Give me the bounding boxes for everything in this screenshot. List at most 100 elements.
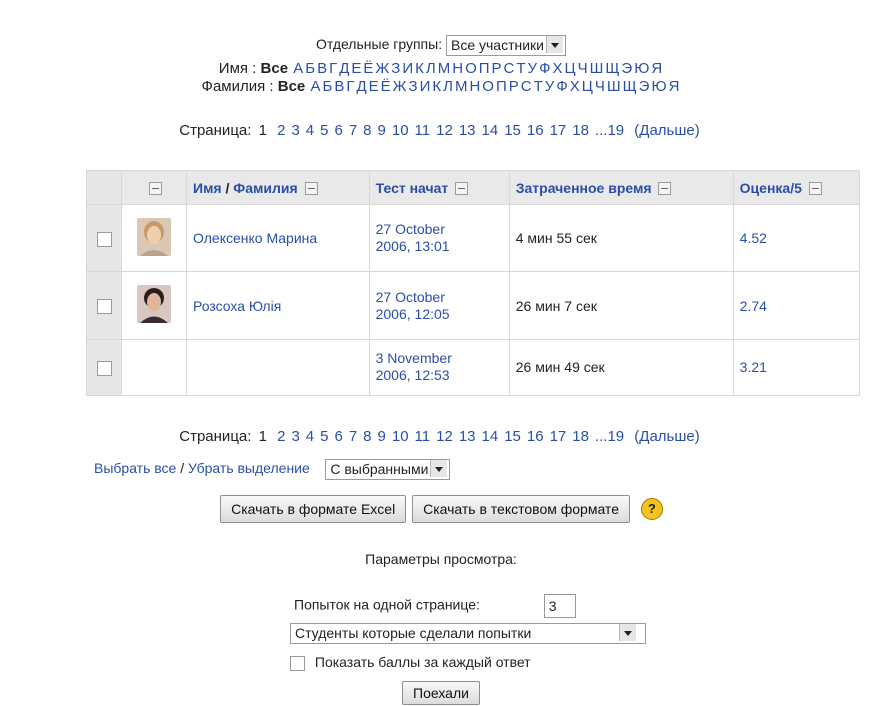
letter-link[interactable]: Н	[452, 60, 463, 77]
letter-link[interactable]: М	[438, 60, 451, 77]
letter-link[interactable]: О	[465, 60, 477, 77]
page-link[interactable]: ...19	[595, 122, 624, 139]
sort-by-surname-link[interactable]: Фамилия	[233, 180, 297, 196]
letter-link[interactable]: Я	[669, 78, 680, 95]
letter-link[interactable]: Г	[329, 60, 337, 77]
row-checkbox[interactable]	[96, 231, 112, 247]
letter-link[interactable]: Р	[509, 78, 519, 95]
letter-link[interactable]: В	[317, 60, 327, 77]
pager-next-link[interactable]: (Дальше)	[634, 428, 699, 445]
page-link[interactable]: 2	[277, 428, 285, 445]
page-link[interactable]: 15	[504, 428, 521, 445]
show-marks-checkbox[interactable]	[290, 655, 305, 671]
page-link[interactable]: 5	[320, 122, 328, 139]
download-excel-button[interactable]: Скачать в формате Excel	[220, 495, 407, 523]
page-link[interactable]: 4	[306, 122, 314, 139]
letter-link[interactable]: Т	[516, 60, 525, 77]
pager-next-link[interactable]: (Дальше)	[634, 122, 699, 139]
page-link[interactable]: 12	[436, 428, 453, 445]
page-link[interactable]: 11	[415, 428, 431, 445]
letter-link[interactable]: Э	[621, 60, 632, 77]
page-link[interactable]: 11	[415, 122, 431, 139]
letter-link[interactable]: Ц	[565, 60, 576, 77]
page-link[interactable]: 7	[349, 428, 357, 445]
page-link[interactable]: 8	[363, 122, 371, 139]
letter-link[interactable]: Д	[339, 60, 349, 77]
page-link[interactable]: 6	[334, 122, 342, 139]
letter-link[interactable]: П	[496, 78, 507, 95]
letter-link[interactable]: Е	[369, 78, 379, 95]
letter-link[interactable]: И	[420, 78, 431, 95]
letter-link[interactable]: Э	[639, 78, 650, 95]
collapse-icon[interactable]	[658, 182, 672, 196]
letter-link[interactable]: А	[293, 60, 303, 77]
letter-link[interactable]: Х	[570, 78, 580, 95]
page-link[interactable]: 16	[527, 428, 544, 445]
page-link[interactable]: ...19	[595, 428, 624, 445]
help-icon[interactable]: ?	[640, 498, 663, 520]
letter-link[interactable]: Н	[469, 78, 480, 95]
letter-link[interactable]: Р	[492, 60, 502, 77]
attempt-review-link[interactable]: 3 November 2006, 12:53	[376, 350, 503, 384]
avatar[interactable]	[137, 285, 171, 324]
surname-filter-all[interactable]: Все	[278, 78, 306, 95]
page-link[interactable]: 16	[527, 122, 544, 139]
sort-by-grade-link[interactable]: Оценка/5	[740, 180, 802, 196]
page-link[interactable]: 17	[550, 428, 567, 445]
letter-link[interactable]: Ш	[607, 78, 621, 95]
page-link[interactable]: 14	[482, 428, 499, 445]
sort-by-time-link[interactable]: Затраченное время	[516, 180, 652, 196]
letter-link[interactable]: Д	[356, 78, 366, 95]
letter-link[interactable]: Я	[651, 60, 662, 77]
letter-link[interactable]: З	[409, 78, 418, 95]
letter-link[interactable]: В	[334, 78, 344, 95]
letter-link[interactable]: О	[482, 78, 494, 95]
attempt-review-link[interactable]: 27 October 2006, 13:01	[376, 221, 503, 255]
avatar[interactable]	[137, 217, 171, 256]
page-link[interactable]: 9	[378, 428, 386, 445]
page-link[interactable]: 10	[392, 122, 409, 139]
letter-link[interactable]: К	[432, 78, 441, 95]
letter-link[interactable]: У	[545, 78, 555, 95]
sort-by-started-link[interactable]: Тест начат	[376, 180, 449, 196]
letter-link[interactable]: И	[402, 60, 413, 77]
page-link[interactable]: 15	[504, 122, 521, 139]
letter-link[interactable]: Ч	[578, 60, 588, 77]
page-link[interactable]: 7	[349, 122, 357, 139]
go-button[interactable]: Поехали	[402, 681, 480, 705]
page-link[interactable]: 5	[320, 428, 328, 445]
letter-link[interactable]: А	[310, 78, 320, 95]
grade-link[interactable]: 4.52	[740, 230, 767, 246]
letter-link[interactable]: Х	[552, 60, 562, 77]
page-link[interactable]: 18	[572, 428, 589, 445]
letter-link[interactable]: У	[528, 60, 538, 77]
grade-link[interactable]: 2.74	[740, 298, 767, 314]
row-checkbox[interactable]	[96, 360, 112, 376]
letter-link[interactable]: Е	[351, 60, 361, 77]
letter-link[interactable]: Т	[534, 78, 543, 95]
letter-link[interactable]: Г	[346, 78, 354, 95]
page-link[interactable]: 9	[378, 122, 386, 139]
page-link[interactable]: 18	[572, 122, 589, 139]
collapse-icon[interactable]	[455, 182, 469, 196]
letter-link[interactable]: Щ	[605, 60, 619, 77]
page-link[interactable]: 3	[291, 428, 299, 445]
groups-select[interactable]: Все участники	[445, 35, 566, 56]
page-link[interactable]: 6	[334, 428, 342, 445]
letter-link[interactable]: Ё	[381, 78, 391, 95]
page-link[interactable]: 14	[482, 122, 499, 139]
letter-link[interactable]: Л	[426, 60, 436, 77]
collapse-icon[interactable]	[304, 182, 318, 196]
row-checkbox[interactable]	[96, 299, 112, 314]
letter-link[interactable]: Л	[443, 78, 453, 95]
sort-by-name-link[interactable]: Имя	[193, 180, 222, 196]
attempt-review-link[interactable]: 27 October 2006, 12:05	[376, 289, 503, 323]
attempts-per-page-input[interactable]: 3	[543, 594, 576, 618]
letter-link[interactable]: К	[415, 60, 424, 77]
collapse-icon[interactable]	[149, 182, 162, 196]
letter-link[interactable]: З	[391, 60, 400, 77]
letter-link[interactable]: Ю	[634, 60, 649, 77]
page-link[interactable]: 8	[363, 428, 371, 445]
page-link[interactable]: 12	[436, 122, 453, 139]
letter-link[interactable]: Ш	[590, 60, 604, 77]
